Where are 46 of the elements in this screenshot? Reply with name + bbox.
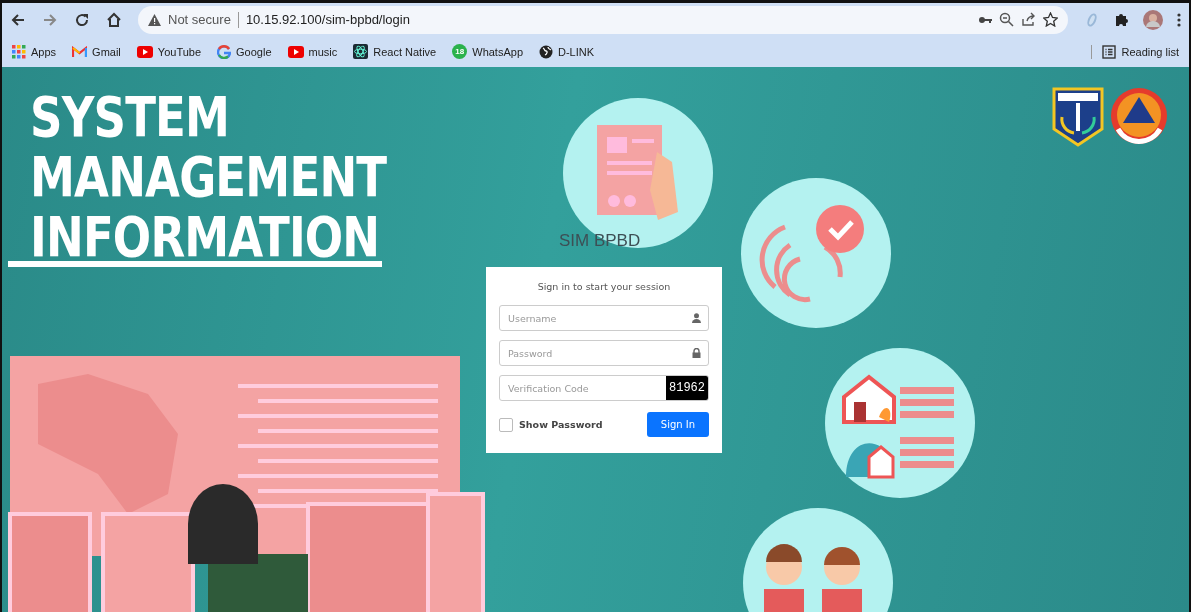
back-icon[interactable]	[10, 11, 26, 28]
bookmark-link[interactable]: D-LINK	[558, 45, 595, 58]
apps-grid-icon	[12, 44, 26, 59]
atom-icon	[353, 44, 369, 59]
zoom-out-icon[interactable]	[999, 12, 1014, 27]
hero-title-line: INFORMATION	[30, 207, 380, 267]
city-crest-drawing	[1052, 87, 1104, 147]
reload-icon[interactable]	[74, 11, 90, 28]
bookmark-link[interactable]: music	[308, 45, 338, 58]
g-letter-icon	[217, 44, 232, 59]
bookmark-star-icon[interactable]	[1043, 12, 1058, 27]
mail-m-icon	[72, 45, 88, 58]
login-heading: Sign in to start your session	[536, 281, 672, 292]
agency-emblem-drawing	[1110, 87, 1168, 145]
bookmark-link[interactable]: React Native	[373, 45, 437, 58]
user-icon	[692, 313, 701, 323]
show-password-checkbox[interactable]	[499, 417, 513, 432]
reading-list-icon[interactable]	[1101, 44, 1116, 59]
play-button-icon	[136, 45, 153, 58]
hero-title-line: SYSTEM	[30, 87, 230, 147]
forward-icon[interactable]	[42, 11, 58, 28]
chat-badge-icon: 18	[452, 44, 468, 59]
sign-in-button[interactable]: Sign In	[647, 412, 709, 437]
key-icon[interactable]	[978, 14, 992, 25]
bookmark-link[interactable]: Gmail	[92, 45, 121, 58]
captcha-image: 81962	[666, 376, 708, 400]
reading-list-button[interactable]: Reading list	[1101, 44, 1179, 59]
show-password-label: Show Password	[519, 419, 603, 430]
url-text: 10.15.92.100/sim-bpbd/login	[245, 12, 410, 27]
bookmark-link[interactable]: YouTube	[157, 45, 202, 58]
input-field[interactable]: Verification Code 81962	[499, 375, 709, 401]
security-label: Not secure	[168, 12, 231, 27]
bookmark-link[interactable]: Apps	[31, 45, 57, 58]
profile-avatar-icon[interactable]	[1143, 9, 1163, 30]
address-bar[interactable]: Not secure 10.15.92.100/sim-bpbd/login	[138, 5, 1068, 34]
menu-icon[interactable]	[1177, 12, 1181, 27]
bookmark-link[interactable]: Google	[236, 45, 272, 58]
extensions-icon[interactable]	[1114, 12, 1129, 27]
share-icon[interactable]	[1021, 12, 1036, 27]
lock-icon	[692, 348, 701, 358]
globe-icon	[539, 44, 553, 59]
play-button-icon	[287, 45, 304, 58]
hero-title-line: MANAGEMENT	[30, 147, 387, 207]
warning-icon	[148, 13, 161, 26]
home-icon[interactable]	[106, 11, 122, 28]
bookmark-link[interactable]: WhatsApp	[472, 45, 523, 58]
